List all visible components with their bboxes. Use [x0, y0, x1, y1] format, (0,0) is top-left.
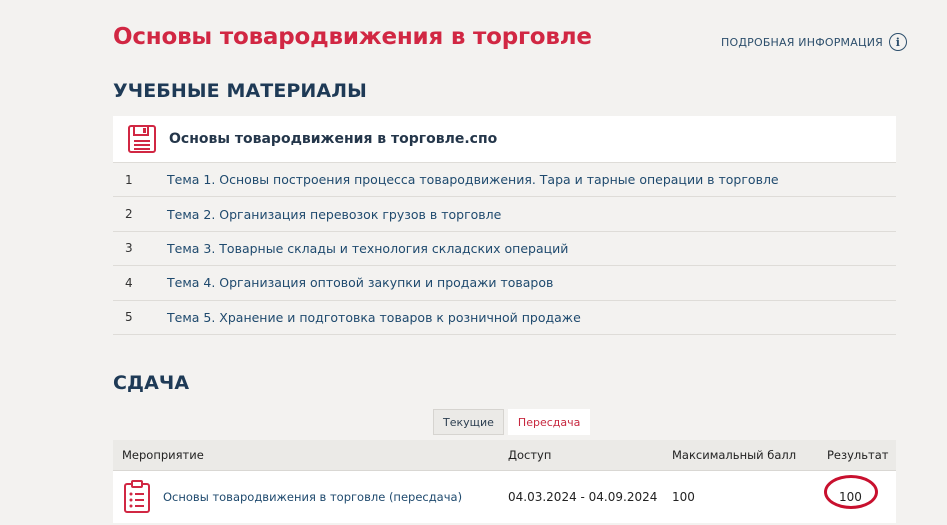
topic-number: 2: [125, 207, 133, 222]
results-table: Мероприятие Доступ Максимальный балл Рез…: [113, 440, 896, 523]
topic-link[interactable]: Тема 4. Организация оптовой закупки и пр…: [167, 275, 553, 290]
topic-row: 4 Тема 4. Организация оптовой закупки и …: [113, 266, 896, 301]
result-cell: 100: [824, 475, 896, 509]
topic-link[interactable]: Тема 3. Товарные склады и технология скл…: [167, 241, 568, 256]
topic-row: 5 Тема 5. Хранение и подготовка товаров …: [113, 301, 896, 335]
topic-link[interactable]: Тема 5. Хранение и подготовка товаров к …: [167, 310, 581, 325]
topic-row: 3 Тема 3. Товарные склады и технология с…: [113, 232, 896, 267]
info-icon: i: [889, 33, 907, 51]
more-info-label: ПОДРОБНАЯ ИНФОРМАЦИЯ: [721, 35, 883, 49]
event-link[interactable]: Основы товародвижения в торговле (пересд…: [163, 490, 462, 504]
max-score-cell: 100: [672, 490, 695, 504]
header-event: Мероприятие: [122, 448, 204, 462]
topic-link[interactable]: Тема 1. Основы построения процесса товар…: [167, 172, 779, 187]
material-file-name: Основы товародвижения в торговле.спо: [169, 131, 498, 147]
topic-row: 2 Тема 2. Организация перевозок грузов в…: [113, 197, 896, 232]
materials-list: Основы товародвижения в торговле.спо 1 Т…: [113, 116, 896, 335]
floppy-disk-icon: [128, 125, 156, 153]
materials-section-title: УЧЕБНЫЕ МАТЕРИАЛЫ: [113, 80, 367, 102]
header-max-score: Максимальный балл: [672, 448, 797, 462]
topic-number: 3: [125, 241, 133, 256]
submission-section-title: СДАЧА: [113, 372, 190, 394]
header-result: Результат: [827, 448, 889, 462]
table-row: Основы товародвижения в торговле (пересд…: [113, 471, 896, 523]
topic-number: 1: [125, 172, 133, 187]
topic-number: 4: [125, 275, 133, 290]
access-cell: 04.03.2024 - 04.09.2024: [508, 490, 658, 504]
clipboard-icon: [124, 480, 150, 513]
header-access: Доступ: [508, 448, 552, 462]
topic-number: 5: [125, 310, 133, 325]
highlight-ellipse: [824, 475, 878, 509]
tab-current[interactable]: Текущие: [433, 409, 504, 435]
topic-row: 1 Тема 1. Основы построения процесса тов…: [113, 163, 896, 198]
more-info-link[interactable]: ПОДРОБНАЯ ИНФОРМАЦИЯ i: [721, 33, 907, 51]
material-file[interactable]: Основы товародвижения в торговле.спо: [113, 116, 896, 163]
results-header: Мероприятие Доступ Максимальный балл Рез…: [113, 440, 896, 471]
topic-link[interactable]: Тема 2. Организация перевозок грузов в т…: [167, 207, 501, 222]
course-page: Основы товародвижения в торговле ПОДРОБН…: [0, 0, 947, 525]
event-cell: Основы товародвижения в торговле (пересд…: [113, 480, 508, 514]
submission-tabs: Текущие Пересдача: [433, 409, 591, 435]
course-title: Основы товародвижения в торговле: [113, 24, 592, 50]
tab-retake[interactable]: Пересдача: [507, 409, 591, 435]
